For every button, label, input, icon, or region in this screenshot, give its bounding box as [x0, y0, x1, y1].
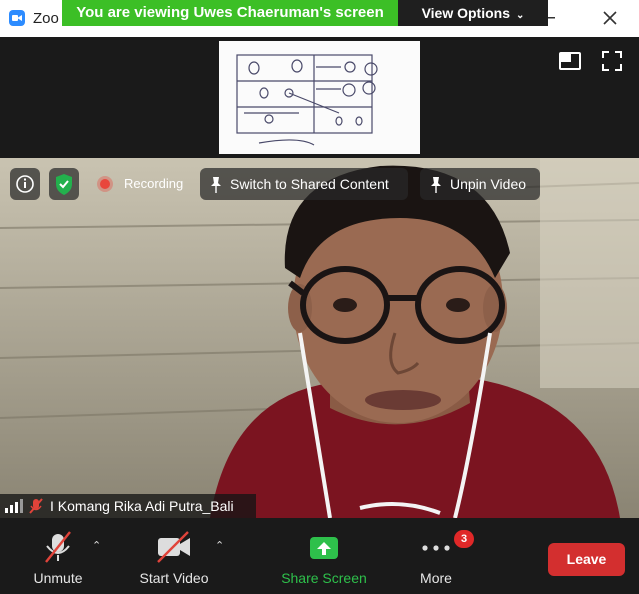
pin-icon — [431, 177, 441, 193]
viewing-screen-banner: You are viewing Uwes Chaeruman's screen — [62, 0, 398, 26]
whiteboard-sketch — [236, 54, 378, 146]
share-screen-button[interactable]: Share Screen — [274, 518, 374, 594]
switch-to-shared-content-button[interactable]: Switch to Shared Content — [200, 168, 408, 200]
banner-text: You are viewing Uwes Chaeruman's screen — [76, 4, 384, 21]
share-screen-label: Share Screen — [281, 570, 367, 586]
share-arrow-icon — [310, 537, 338, 559]
participant-name-tag: I Komang Rika Adi Putra_Bali — [0, 494, 256, 518]
start-video-button[interactable]: Start Video — [130, 518, 218, 594]
start-video-label: Start Video — [139, 570, 209, 586]
unpin-label: Unpin Video — [450, 176, 527, 192]
chevron-down-icon: ⌄ — [516, 10, 525, 21]
shared-whiteboard-thumbnail[interactable] — [219, 41, 420, 154]
unmute-button[interactable]: Unmute — [18, 518, 98, 594]
more-notification-badge: 3 — [454, 530, 474, 548]
zoom-app-icon — [9, 10, 25, 26]
mic-off-icon — [45, 531, 71, 563]
more-label: More — [420, 570, 452, 586]
shared-screen-area — [0, 37, 639, 158]
leave-meeting-button[interactable]: Leave — [548, 543, 625, 576]
switch-label: Switch to Shared Content — [230, 176, 389, 192]
video-frame — [0, 158, 639, 518]
video-off-icon — [157, 531, 190, 563]
meeting-info-button[interactable] — [10, 168, 40, 200]
muted-mic-icon — [29, 498, 43, 514]
view-options-label: View Options — [421, 5, 511, 21]
recording-indicator: Recording — [90, 168, 198, 200]
unmute-label: Unmute — [33, 570, 83, 586]
signal-bars-icon — [5, 499, 23, 513]
video-options-caret[interactable]: ⌃ — [215, 539, 224, 552]
more-dots-icon — [422, 545, 450, 551]
unpin-video-button[interactable]: Unpin Video — [420, 168, 540, 200]
view-options-button[interactable]: View Options ⌄ — [398, 0, 548, 26]
info-icon — [16, 175, 34, 193]
window-title: Zoo — [33, 10, 59, 27]
participant-name: I Komang Rika Adi Putra_Bali — [50, 498, 234, 514]
participant-video — [0, 158, 639, 518]
recording-dot-icon — [100, 179, 110, 189]
shield-check-icon — [56, 174, 72, 195]
fullscreen-icon[interactable] — [601, 50, 623, 72]
pin-icon — [211, 177, 221, 193]
security-status-button[interactable] — [49, 168, 79, 200]
audio-options-caret[interactable]: ⌃ — [92, 539, 101, 552]
speaker-view-icon[interactable] — [559, 50, 581, 72]
close-icon[interactable] — [600, 8, 620, 28]
recording-label: Recording — [124, 176, 184, 191]
